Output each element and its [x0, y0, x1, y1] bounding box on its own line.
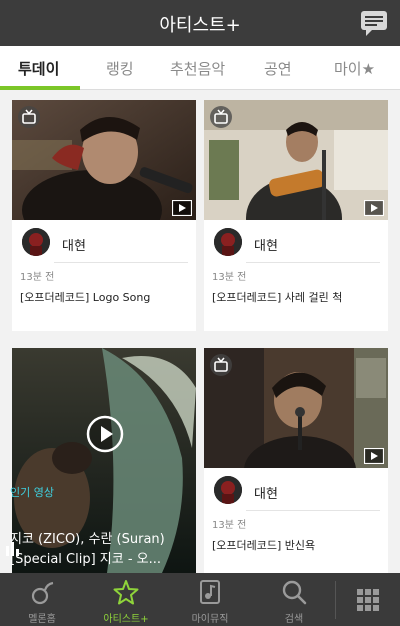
tab-concert[interactable]: 공연 [264, 58, 292, 79]
page-title: 아티스트+ [159, 15, 241, 36]
play-icon [172, 200, 192, 216]
tv-icon [18, 106, 40, 128]
post-time: 13분 전 [212, 520, 247, 531]
play-icon [364, 448, 384, 464]
video-title[interactable]: [오프더레코드] Logo Song [20, 289, 190, 305]
chat-icon[interactable] [360, 9, 388, 37]
artist-name[interactable]: 대현 [62, 235, 86, 254]
melon-home-icon [31, 581, 54, 605]
nav-melon-home[interactable]: 멜론홈 [0, 573, 84, 626]
post-time: 13분 전 [20, 272, 55, 283]
popular-video-subtitle[interactable]: [Special Clip] 지코 - 오... [10, 548, 178, 567]
nav-label: 멜론홈 [28, 614, 56, 625]
popular-video-title[interactable]: 지코 (ZICO), 수란 (Suran) [10, 528, 178, 547]
avatar[interactable] [214, 476, 242, 504]
equalizer-icon[interactable] [4, 540, 22, 556]
artist-name[interactable]: 대현 [254, 235, 278, 254]
nav-my-music[interactable]: 마이뮤직 [168, 573, 252, 626]
nav-artist-plus[interactable]: 아티스트+ [84, 573, 168, 626]
popular-video-label: 인기 영상 [10, 486, 54, 499]
nav-label: 검색 [284, 614, 304, 625]
search-icon [282, 580, 307, 605]
tv-icon [210, 106, 232, 128]
nav-menu[interactable] [336, 573, 400, 626]
star-icon [113, 580, 139, 605]
video-card[interactable]: 대현 13분 전 [오프더레코드] Logo Song [12, 100, 196, 331]
nav-label: 마이뮤직 [191, 614, 229, 625]
post-time: 13분 전 [212, 272, 247, 283]
nav-search[interactable]: 검색 [252, 573, 336, 626]
bottom-nav: 멜론홈 아티스트+ 마이뮤직 검색 [0, 573, 400, 626]
divider [246, 262, 380, 263]
avatar[interactable] [22, 228, 50, 256]
divider [54, 262, 188, 263]
top-bar: 아티스트+ [0, 0, 400, 46]
tab-bar: 투데이 랭킹 추천음악 공연 마이★ [0, 46, 400, 90]
tab-recommended-music[interactable]: 추천음악 [170, 58, 225, 79]
avatar[interactable] [214, 228, 242, 256]
video-title[interactable]: [오프더레코드] 사레 걸린 척 [212, 289, 382, 305]
tab-my[interactable]: 마이★ [334, 58, 375, 79]
grid-menu-icon [357, 589, 379, 611]
video-title[interactable]: [오프더레코드] 반신욕 [212, 537, 382, 553]
divider [246, 510, 380, 511]
video-card[interactable]: 대현 13분 전 [오프더레코드] 사레 걸린 척 [204, 100, 388, 331]
play-icon [364, 200, 384, 216]
active-tab-indicator [0, 86, 80, 90]
artist-name[interactable]: 대현 [254, 483, 278, 502]
tab-ranking[interactable]: 랭킹 [106, 58, 134, 79]
tab-today[interactable]: 투데이 [18, 58, 59, 79]
my-music-icon [200, 580, 220, 604]
tv-icon [210, 354, 232, 376]
video-card[interactable]: 대현 13분 전 [오프더레코드] 반신욕 [204, 348, 388, 573]
play-icon[interactable] [86, 415, 124, 453]
nav-label: 아티스트+ [103, 614, 149, 625]
